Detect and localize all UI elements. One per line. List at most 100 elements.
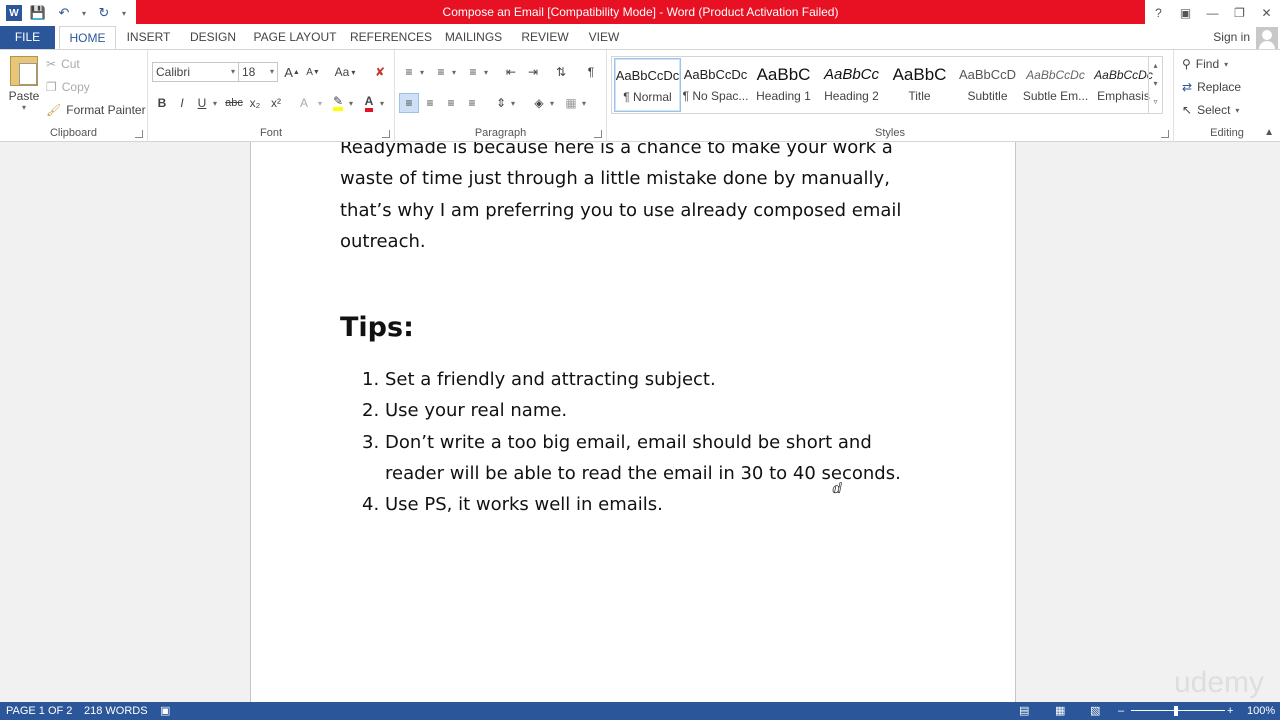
- save-icon[interactable]: 💾: [28, 3, 48, 23]
- bold-button[interactable]: B: [152, 93, 172, 113]
- sort-icon[interactable]: ⇅: [551, 62, 571, 82]
- styles-gallery-scroll[interactable]: ▴ ▾ ▿: [1148, 57, 1162, 113]
- chevron-down-icon[interactable]: ▾: [1149, 75, 1162, 93]
- line-spacing-dropdown-icon[interactable]: ▾: [508, 93, 518, 113]
- shrink-font-button[interactable]: A ▼: [303, 62, 323, 82]
- page-count[interactable]: PAGE 1 OF 2: [6, 702, 72, 720]
- font-color-dropdown-icon[interactable]: ▾: [377, 93, 387, 113]
- zoom-slider[interactable]: [1131, 710, 1225, 711]
- tips-heading[interactable]: Tips:: [340, 312, 414, 343]
- borders-icon[interactable]: ▦: [561, 93, 581, 113]
- proofing-icon[interactable]: ▣: [160, 702, 170, 720]
- text-effects-icon[interactable]: A: [294, 93, 314, 113]
- show-formatting-icon[interactable]: ¶: [581, 62, 601, 82]
- help-button[interactable]: ?: [1145, 1, 1172, 25]
- chevron-up-icon[interactable]: ▴: [1149, 57, 1162, 75]
- bullets-icon[interactable]: ≡: [399, 62, 419, 82]
- shading-dropdown-icon[interactable]: ▾: [547, 93, 557, 113]
- tab-view[interactable]: VIEW: [582, 26, 626, 49]
- style-normal[interactable]: AaBbCcDc ¶ Normal: [614, 58, 681, 112]
- style-subtle-emphasis[interactable]: AaBbCcDc Subtle Em...: [1022, 58, 1089, 112]
- zoom-in-icon[interactable]: +: [1227, 702, 1233, 720]
- tab-review[interactable]: REVIEW: [517, 26, 573, 49]
- tips-list[interactable]: 1. Set a friendly and attracting subject…: [340, 364, 920, 520]
- avatar[interactable]: [1256, 27, 1278, 49]
- find-button[interactable]: ⚲ Find ▾: [1182, 54, 1228, 74]
- paste-button[interactable]: Paste ▾: [6, 56, 42, 118]
- style-heading-1[interactable]: AaBbC Heading 1: [750, 58, 817, 112]
- style-heading-2[interactable]: AaBbCc Heading 2: [818, 58, 885, 112]
- justify-icon[interactable]: ≡: [462, 93, 482, 113]
- italic-button[interactable]: I: [172, 93, 192, 113]
- text-effects-dropdown-icon[interactable]: ▾: [314, 93, 326, 113]
- underline-button[interactable]: U: [192, 93, 212, 113]
- change-case-button[interactable]: Aa ▾: [331, 62, 359, 82]
- redo-icon[interactable]: ↻: [94, 3, 114, 23]
- superscript-button[interactable]: x²: [266, 93, 286, 113]
- minimize-icon[interactable]: —: [1199, 1, 1226, 25]
- list-item[interactable]: 1. Set a friendly and attracting subject…: [340, 364, 920, 395]
- numbering-dropdown-icon[interactable]: ▾: [449, 62, 459, 82]
- more-styles-icon[interactable]: ▿: [1149, 93, 1162, 111]
- underline-dropdown-icon[interactable]: ▾: [210, 93, 220, 113]
- zoom-slider-thumb[interactable]: [1174, 706, 1178, 716]
- align-center-icon[interactable]: ≡: [420, 93, 440, 113]
- close-icon[interactable]: ✕: [1253, 1, 1280, 25]
- clipboard-launcher-icon[interactable]: [135, 130, 143, 138]
- multilevel-list-icon[interactable]: ≡: [463, 62, 483, 82]
- cut-button[interactable]: ✂ Cut: [46, 54, 80, 74]
- zoom-level[interactable]: 100%: [1247, 702, 1275, 720]
- increase-indent-icon[interactable]: ⇥: [523, 62, 543, 82]
- font-color-icon[interactable]: A: [359, 93, 379, 113]
- numbering-icon[interactable]: ≡: [431, 62, 451, 82]
- subscript-button[interactable]: x₂: [245, 93, 265, 113]
- paste-dropdown-icon[interactable]: ▾: [6, 103, 42, 112]
- shading-icon[interactable]: ◈: [529, 93, 549, 113]
- collapse-ribbon-icon[interactable]: ▲: [1264, 127, 1274, 138]
- tab-design[interactable]: DESIGN: [184, 26, 242, 49]
- bullets-dropdown-icon[interactable]: ▾: [417, 62, 427, 82]
- ribbon-display-options-icon[interactable]: ▣: [1172, 1, 1199, 25]
- read-mode-icon[interactable]: ▤: [1019, 702, 1029, 720]
- style-emphasis[interactable]: AaBbCcDc Emphasis: [1090, 58, 1157, 112]
- strikethrough-button[interactable]: abc: [224, 93, 244, 113]
- word-app-icon[interactable]: W: [6, 5, 22, 21]
- styles-launcher-icon[interactable]: [1161, 130, 1169, 138]
- body-paragraph[interactable]: Readymade is because here is a chance to…: [340, 142, 920, 257]
- word-count[interactable]: 218 WORDS: [84, 702, 148, 720]
- decrease-indent-icon[interactable]: ⇤: [501, 62, 521, 82]
- document-area[interactable]: Readymade is because here is a chance to…: [0, 142, 1280, 702]
- document-page[interactable]: Readymade is because here is a chance to…: [250, 142, 1016, 702]
- zoom-out-icon[interactable]: –: [1118, 702, 1124, 720]
- style-subtitle[interactable]: AaBbCcD Subtitle: [954, 58, 1021, 112]
- print-layout-icon[interactable]: ▦: [1055, 702, 1065, 720]
- tab-mailings[interactable]: MAILINGS: [440, 26, 507, 49]
- highlighter-icon[interactable]: ✎: [328, 93, 348, 113]
- tab-home[interactable]: HOME: [59, 26, 116, 50]
- tab-file[interactable]: FILE: [0, 26, 55, 49]
- font-launcher-icon[interactable]: [382, 130, 390, 138]
- format-painter-button[interactable]: 🖌 Format Painter: [46, 100, 146, 120]
- font-name-combo[interactable]: Calibri ▾: [152, 62, 239, 82]
- style-title[interactable]: AaBbC Title: [886, 58, 953, 112]
- clear-formatting-icon[interactable]: ✘: [370, 62, 390, 82]
- customize-qat-icon[interactable]: ▾: [120, 3, 128, 23]
- undo-dropdown-icon[interactable]: ▾: [80, 3, 88, 23]
- font-size-combo[interactable]: 18 ▾: [238, 62, 278, 82]
- tab-page-layout[interactable]: PAGE LAYOUT: [250, 26, 340, 49]
- restore-icon[interactable]: ❐: [1226, 1, 1253, 25]
- multilevel-dropdown-icon[interactable]: ▾: [481, 62, 491, 82]
- align-right-icon[interactable]: ≡: [441, 93, 461, 113]
- borders-dropdown-icon[interactable]: ▾: [579, 93, 589, 113]
- align-left-icon[interactable]: ≡: [399, 93, 419, 113]
- tab-references[interactable]: REFERENCES: [350, 26, 432, 49]
- list-item[interactable]: 2. Use your real name.: [340, 395, 920, 426]
- tab-insert[interactable]: INSERT: [121, 26, 176, 49]
- style-no-spacing[interactable]: AaBbCcDc ¶ No Spac...: [682, 58, 749, 112]
- select-button[interactable]: ↖ Select ▾: [1182, 100, 1239, 120]
- copy-button[interactable]: ❐ Copy: [46, 77, 90, 97]
- undo-icon[interactable]: ↶: [54, 3, 74, 23]
- grow-font-button[interactable]: A ▲: [282, 62, 302, 82]
- paragraph-launcher-icon[interactable]: [594, 130, 602, 138]
- replace-button[interactable]: ⇄ Replace: [1182, 77, 1241, 97]
